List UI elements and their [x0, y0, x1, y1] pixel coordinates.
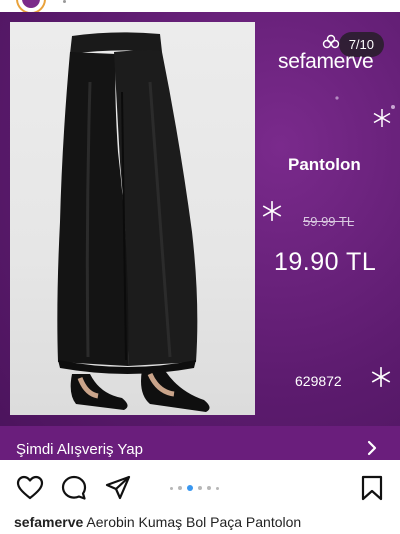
carousel-dot [170, 486, 173, 490]
post-actions [0, 460, 400, 510]
pants-illustration [57, 32, 210, 412]
carousel-dot [198, 486, 202, 490]
carousel-dot [216, 486, 219, 490]
post-media[interactable]: 7/10 sefamerve Pantolon 59.99 TL 19.90 T… [0, 12, 400, 460]
brand-logo: sefamerve [278, 50, 374, 73]
caption-username[interactable]: sefamerve [14, 514, 83, 530]
new-price: 19.90 TL [274, 248, 377, 276]
heart-icon[interactable] [16, 474, 44, 502]
caption-text: Aerobin Kumaş Bol Paça Pantolon [86, 514, 302, 530]
share-icon[interactable] [104, 474, 132, 502]
header-text-fragment [63, 0, 66, 3]
chevron-right-icon [367, 440, 377, 456]
product-name: Pantolon [288, 155, 361, 174]
comment-icon[interactable] [60, 474, 88, 502]
snowflake-icon [391, 105, 395, 109]
post-caption: sefamerve Aerobin Kumaş Bol Paça Pantolo… [14, 514, 301, 530]
snowflake-icon [371, 367, 391, 387]
product-photo [10, 22, 255, 415]
snowflake-icon [335, 96, 339, 100]
carousel-indicator [170, 485, 230, 492]
bookmark-icon[interactable] [358, 474, 386, 502]
product-code: 629872 [295, 373, 342, 389]
old-price: 59.99 TL [303, 214, 355, 229]
carousel-dot [178, 486, 182, 490]
carousel-dot-active [187, 485, 193, 491]
snowflake-icon [262, 201, 282, 221]
shop-now-label: Şimdi Alışveriş Yap [16, 441, 143, 458]
shop-now-bar[interactable]: Şimdi Alışveriş Yap [0, 426, 400, 460]
carousel-dot [207, 486, 211, 490]
post-header [0, 0, 400, 14]
